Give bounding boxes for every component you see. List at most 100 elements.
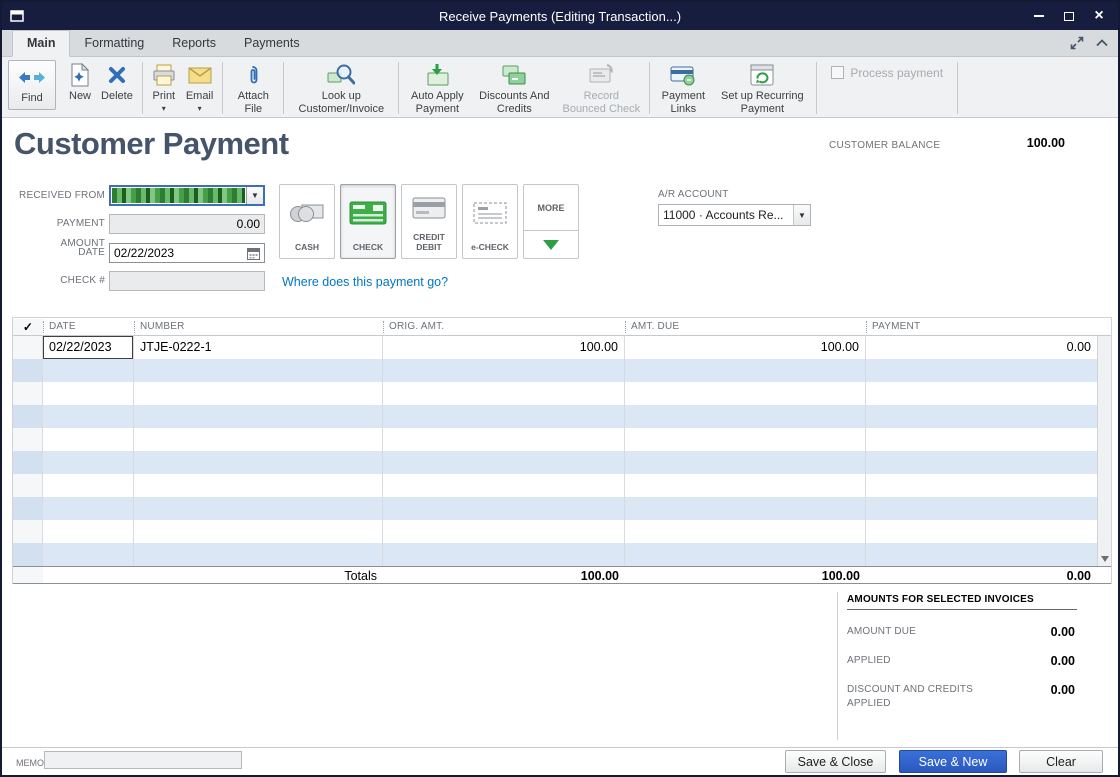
empty-row[interactable] [13, 428, 1097, 451]
ar-account-dropdown-button[interactable]: ▼ [793, 205, 810, 225]
column-header-number[interactable]: NUMBER [134, 320, 383, 333]
empty-row[interactable] [13, 382, 1097, 405]
discounts-credits-label: Discounts And Credits [479, 90, 550, 115]
invoice-table: ✓ DATE NUMBER ORIG. AMT. AMT. DUE PAYMEN… [12, 317, 1112, 584]
empty-cell [43, 520, 134, 543]
save-and-new-button[interactable]: Save & New [899, 750, 1007, 773]
save-and-close-button[interactable]: Save & Close [785, 750, 886, 773]
close-button[interactable]: × [1092, 8, 1106, 24]
date-field[interactable]: 02/22/2023 [109, 243, 265, 263]
payment-amount-field[interactable]: 0.00 [109, 214, 265, 234]
collapse-ribbon-icon[interactable] [1096, 39, 1108, 47]
row-orig-amt-cell[interactable]: 100.00 [383, 336, 625, 359]
auto-apply-payment-button[interactable]: Auto Apply Payment [403, 60, 471, 117]
app-window-icon[interactable] [10, 10, 24, 22]
empty-cell [625, 428, 866, 451]
row-payment-cell[interactable]: 0.00 [866, 336, 1097, 359]
empty-row[interactable] [13, 543, 1097, 566]
payment-method-credit-debit[interactable]: CREDIT DEBIT [401, 184, 457, 259]
row-number-cell[interactable]: JTJE-0222-1 [134, 336, 383, 359]
row-amt-due-cell[interactable]: 100.00 [625, 336, 866, 359]
tab-main[interactable]: Main [12, 30, 71, 57]
calendar-icon[interactable] [247, 247, 260, 260]
totals-amt-due: 100.00 [821, 569, 860, 583]
empty-cell [625, 451, 866, 474]
received-from-combobox[interactable]: ▼ [109, 185, 265, 206]
email-button[interactable]: Email ▾ [181, 60, 219, 115]
discount-credits-row: DISCOUNT AND CREDITS APPLIED 0.00 [847, 683, 1075, 711]
payment-method-check[interactable]: CHECK [340, 184, 396, 259]
empty-row[interactable] [13, 474, 1097, 497]
attach-file-button[interactable]: Attach File [227, 60, 279, 117]
column-header-date[interactable]: DATE [43, 320, 134, 333]
process-payment-checkbox[interactable] [831, 66, 845, 79]
check-label: CHECK [352, 241, 384, 252]
payment-method-echeck[interactable]: e-CHECK [462, 184, 518, 259]
column-header-payment[interactable]: PAYMENT [866, 320, 1097, 333]
row-date-cell[interactable]: 02/22/2023 [43, 336, 134, 359]
column-header-check[interactable]: ✓ [13, 318, 43, 335]
empty-cell [13, 497, 43, 520]
payment-links-button[interactable]: Payment Links [654, 60, 712, 117]
received-from-dropdown-button[interactable]: ▼ [246, 187, 263, 204]
empty-row[interactable] [13, 451, 1097, 474]
minimize-icon [1034, 15, 1044, 17]
empty-cell [625, 382, 866, 405]
scroll-down-button[interactable] [1098, 552, 1111, 565]
empty-cell [43, 543, 134, 566]
empty-cell [866, 520, 1097, 543]
titlebar: Receive Payments (Editing Transaction...… [2, 2, 1118, 30]
minimize-button[interactable] [1032, 9, 1046, 23]
setup-recurring-payment-button[interactable]: Set up Recurring Payment [712, 60, 812, 117]
find-button[interactable]: Find [8, 60, 56, 110]
more-dropdown-area[interactable] [524, 231, 578, 258]
toolbar-separator [398, 62, 400, 114]
empty-cell [866, 543, 1097, 566]
credit-label-line2: DEBIT [416, 241, 442, 252]
empty-cell [383, 451, 625, 474]
record-bounced-check-icon [588, 62, 614, 88]
discounts-credits-button[interactable]: Discounts And Credits [471, 60, 557, 117]
lookup-customer-invoice-button[interactable]: Look up Customer/Invoice [288, 60, 394, 117]
empty-cell [866, 451, 1097, 474]
empty-row[interactable] [13, 359, 1097, 382]
maximize-button[interactable] [1062, 9, 1076, 23]
empty-cell [43, 451, 134, 474]
column-header-amt-due[interactable]: AMT. DUE [625, 320, 866, 333]
ar-account-combobox[interactable]: 11000 · Accounts Re... ▼ [658, 204, 811, 226]
payment-method-row: CASH CHECK CREDIT DEBIT e-CHECK MORE [279, 184, 579, 259]
empty-row[interactable] [13, 497, 1097, 520]
clear-button[interactable]: Clear [1019, 750, 1103, 773]
tab-payments[interactable]: Payments [230, 31, 314, 56]
payment-method-more[interactable]: MORE [523, 184, 579, 259]
totals-payment: 0.00 [1066, 569, 1091, 583]
payment-amount-label: PAYMENT AMOUNT [56, 218, 105, 249]
auto-apply-icon [424, 62, 450, 88]
payment-method-cash[interactable]: CASH [279, 184, 335, 259]
expand-window-icon[interactable] [1070, 36, 1084, 50]
print-button[interactable]: Print ▾ [147, 60, 181, 115]
check-number-field[interactable] [109, 271, 265, 291]
row-check-cell[interactable] [13, 336, 43, 359]
invoice-row[interactable]: 02/22/2023 JTJE-0222-1 100.00 100.00 0.0… [13, 336, 1097, 359]
empty-row[interactable] [13, 405, 1097, 428]
table-scrollbar[interactable] [1097, 336, 1111, 566]
email-dropdown-caret[interactable]: ▾ [198, 104, 202, 113]
applied-value: 0.00 [1050, 654, 1075, 668]
tab-reports[interactable]: Reports [158, 31, 230, 56]
column-header-orig-amt[interactable]: ORIG. AMT. [383, 320, 625, 333]
new-icon [70, 62, 90, 88]
find-arrows-icon [17, 64, 47, 90]
empty-row[interactable] [13, 520, 1097, 543]
memo-input[interactable] [44, 751, 242, 769]
new-button[interactable]: New [64, 60, 96, 105]
delete-button[interactable]: Delete [96, 60, 138, 105]
empty-cell [43, 405, 134, 428]
tab-formatting[interactable]: Formatting [70, 31, 158, 56]
print-dropdown-caret[interactable]: ▾ [162, 104, 166, 113]
empty-cell [625, 520, 866, 543]
print-icon [152, 62, 176, 88]
totals-spacer [43, 567, 134, 583]
empty-cell [383, 405, 625, 428]
where-payment-go-link[interactable]: Where does this payment go? [282, 275, 448, 289]
